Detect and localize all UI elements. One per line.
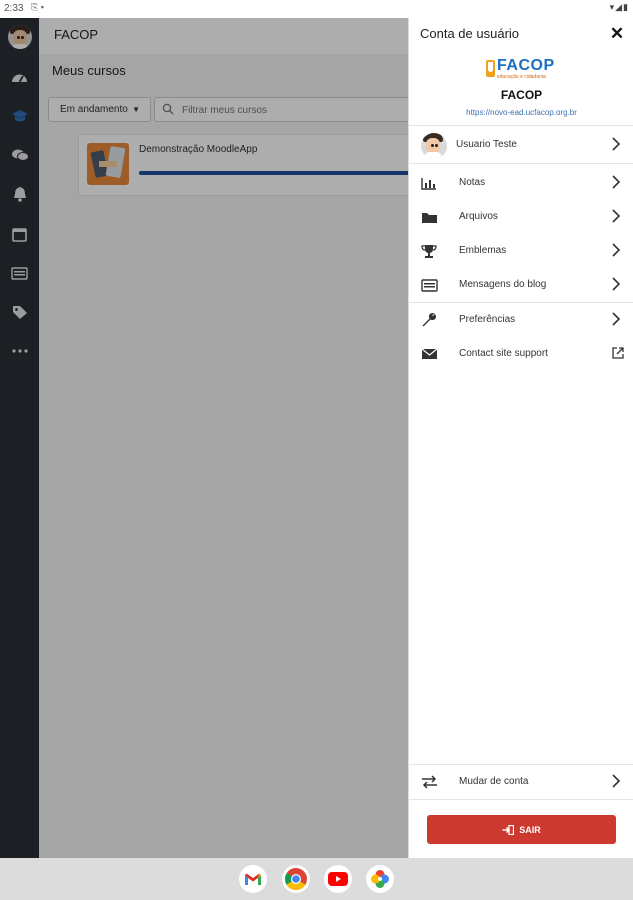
user-profile-row[interactable]: Usuario Teste — [409, 128, 633, 162]
photos-icon[interactable] — [366, 865, 394, 893]
menu-item-label: Emblemas — [459, 245, 507, 256]
site-logo-word: FACOP — [497, 57, 555, 74]
divider — [409, 125, 633, 126]
switch-account-label: Mudar de conta — [459, 776, 529, 787]
menu-item-label: Preferências — [459, 314, 516, 325]
menu-item-support[interactable]: Contact site support — [409, 337, 633, 371]
trophy-icon — [420, 242, 438, 260]
site-logo-tagline: educação e cidadania — [497, 74, 546, 80]
drawer-scrim[interactable] — [0, 18, 408, 858]
android-taskbar — [0, 858, 633, 900]
youtube-icon[interactable] — [324, 865, 352, 893]
close-icon[interactable]: ✕ — [607, 24, 627, 44]
menu-item-grades[interactable]: Notas — [409, 166, 633, 200]
chevron-right-icon — [612, 774, 621, 788]
logout-icon — [502, 824, 515, 835]
chevron-right-icon — [612, 277, 621, 291]
external-link-icon — [612, 347, 624, 359]
site-name: FACOP — [500, 88, 543, 102]
menu-item-files[interactable]: Arquivos — [409, 200, 633, 234]
status-notification-icons: ⎘ ▪ — [31, 2, 44, 12]
user-account-drawer: Conta de usuário ✕ FACOP educação e cida… — [408, 18, 633, 858]
menu-item-blog[interactable]: Mensagens do blog — [409, 268, 633, 302]
status-bar: 2:33 ⎘ ▪ ▾◢▮ — [0, 0, 633, 18]
divider — [409, 799, 633, 800]
chevron-right-icon — [612, 175, 621, 189]
menu-item-label: Mensagens do blog — [459, 279, 547, 290]
switch-account-row[interactable]: Mudar de conta — [409, 765, 633, 799]
chevron-right-icon — [612, 209, 621, 223]
folder-icon — [420, 208, 438, 226]
drawer-title: Conta de usuário — [420, 26, 520, 41]
chrome-icon[interactable] — [282, 865, 310, 893]
chevron-right-icon — [612, 137, 621, 151]
blog-icon — [420, 276, 438, 294]
status-time: 2:33 — [4, 3, 24, 14]
status-system-icons: ▾◢▮ — [609, 2, 629, 12]
envelope-icon — [420, 345, 438, 363]
gmail-icon[interactable] — [239, 865, 267, 893]
divider — [409, 163, 633, 164]
menu-item-preferences[interactable]: Preferências — [409, 303, 633, 337]
user-avatar — [421, 133, 447, 159]
drawer-header: Conta de usuário ✕ — [409, 18, 633, 54]
site-url-link[interactable]: https://novo-ead.ucfacop.org.br — [409, 108, 633, 117]
site-logo: FACOP educação e cidadania — [486, 57, 566, 81]
chevron-right-icon — [612, 312, 621, 326]
swap-icon — [420, 773, 438, 791]
menu-item-badges[interactable]: Emblemas — [409, 234, 633, 268]
menu-item-label: Arquivos — [459, 211, 498, 222]
user-name: Usuario Teste — [456, 139, 517, 150]
logout-button[interactable]: SAIR — [427, 815, 616, 844]
wrench-icon — [420, 311, 438, 329]
menu-item-label: Notas — [459, 177, 486, 188]
grades-icon — [420, 174, 438, 192]
logout-label: SAIR — [519, 824, 541, 835]
menu-item-label: Contact site support — [459, 348, 548, 359]
chevron-right-icon — [612, 243, 621, 257]
